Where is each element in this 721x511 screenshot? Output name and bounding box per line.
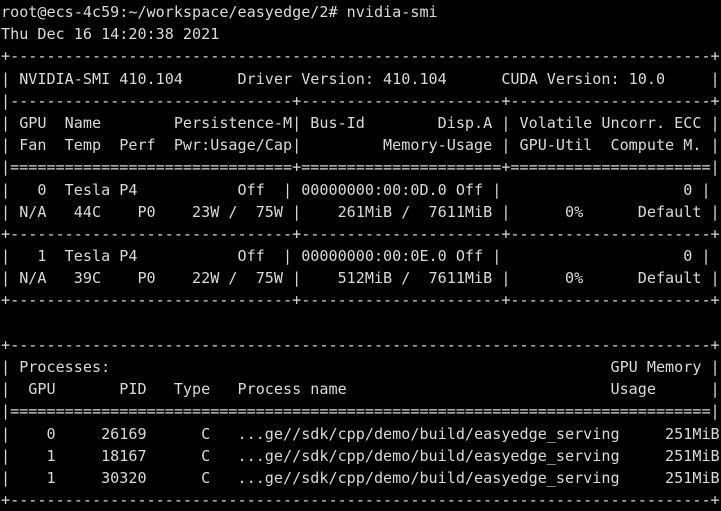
terminal-line-process-row-1: | 1 18167 C ...ge//sdk/cpp/demo/build/ea… xyxy=(1,446,721,465)
terminal-line-blank-spacer xyxy=(1,312,721,334)
terminal-line-prompt-command: root@ecs-4c59:~/workspace/easyedge/2# nv… xyxy=(1,3,438,21)
terminal-line-gpu-1-row-2: | N/A 39C P0 22W / 75W | 512MiB / 7611Mi… xyxy=(1,269,720,288)
terminal-line-gpu-table-header-divider: |-------------------------------+-------… xyxy=(1,91,720,110)
terminal-line-timestamp: Thu Dec 16 14:20:38 2021 xyxy=(1,25,220,44)
terminal-line-processes-title: | Processes: GPU Memory | xyxy=(1,358,720,376)
terminal-line-gpu-table-top-border: +---------------------------------------… xyxy=(1,47,720,66)
terminal-line-smi-version-header: | NVIDIA-SMI 410.104 Driver Version: 410… xyxy=(1,69,720,88)
terminal-line-gpu-column-headers-2: | Fan Temp Perf Pwr:Usage/Cap| Memory-Us… xyxy=(1,136,720,155)
terminal-line-processes-table-bottom-border: +---------------------------------------… xyxy=(1,491,720,510)
terminal-line-gpu-0-row-1: | 0 Tesla P4 Off | 00000000:00:0D.0 Off … xyxy=(1,180,711,199)
terminal-line-processes-header-separator: |=======================================… xyxy=(1,402,720,421)
terminal-line-gpu-0-row-2: | N/A 44C P0 23W / 75W | 261MiB / 7611Mi… xyxy=(1,202,720,221)
terminal-screen[interactable]: root@ecs-4c59:~/workspace/easyedge/2# nv… xyxy=(0,0,721,509)
terminal-line-processes-column-headers: | GPU PID Type Process name Usage | xyxy=(1,380,720,399)
terminal-line-processes-table-top-border: +---------------------------------------… xyxy=(1,335,720,354)
terminal-line-gpu-row-divider: +-------------------------------+-------… xyxy=(1,224,720,243)
terminal-line-gpu-1-row-1: | 1 Tesla P4 Off | 00000000:00:0E.0 Off … xyxy=(1,247,711,266)
terminal-line-process-row-2: | 1 30320 C ...ge//sdk/cpp/demo/build/ea… xyxy=(1,468,721,487)
terminal-line-process-row-0: | 0 26169 C ...ge//sdk/cpp/demo/build/ea… xyxy=(1,424,721,443)
terminal-line-gpu-table-bottom-border: +-------------------------------+-------… xyxy=(1,291,720,310)
terminal-line-gpu-column-headers-1: | GPU Name Persistence-M| Bus-Id Disp.A … xyxy=(1,113,720,132)
terminal-line-gpu-header-separator: |===============================+=======… xyxy=(1,158,720,177)
